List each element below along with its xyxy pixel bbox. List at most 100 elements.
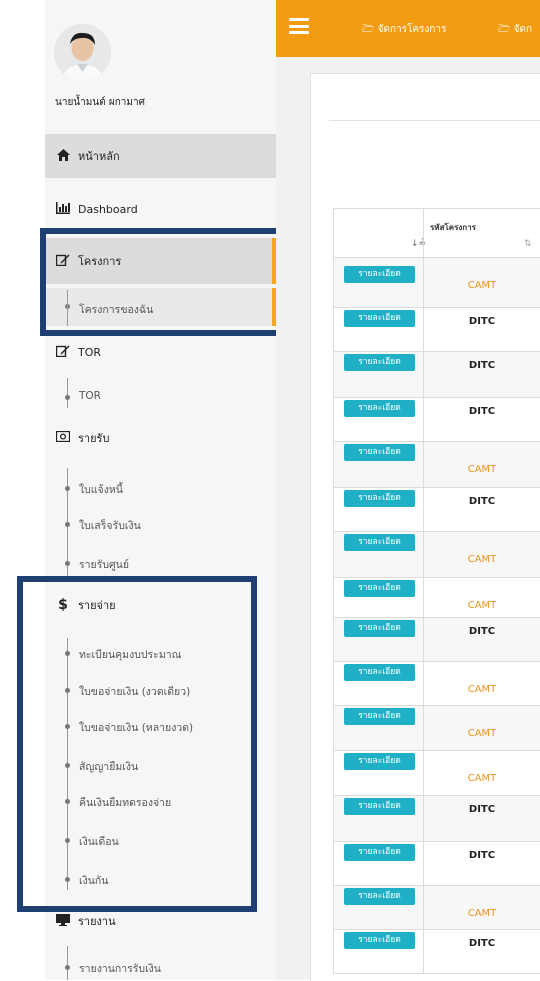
bullet-icon (65, 965, 70, 970)
bullet-icon (65, 522, 70, 527)
sidebar-item-label: Dashboard (78, 202, 138, 216)
detail-button[interactable]: รายละเอียด (344, 400, 415, 417)
table-row: รายละเอียด DITC (333, 398, 540, 442)
project-code-cell: DITC (468, 406, 496, 417)
detail-button[interactable]: รายละเอียด (344, 664, 415, 681)
project-code-cell: DITC (468, 804, 496, 815)
detail-button[interactable]: รายละเอียด (344, 932, 415, 949)
avatar[interactable] (54, 24, 111, 81)
project-code-cell: DITC (468, 496, 496, 507)
table-row: รายละเอียด DITC (333, 488, 540, 532)
column-header-project-code[interactable]: รหัสโครงการ (430, 221, 476, 234)
table-row: รายละเอียด CAMT (333, 706, 540, 751)
table-row: รายละเอียด DITC (333, 618, 540, 662)
table-row: รายละเอียด DITC (333, 796, 540, 842)
sidebar-subitem-invoice[interactable]: ใบแจ้งหนี้ (45, 481, 276, 497)
project-code-cell: DITC (468, 938, 496, 949)
bullet-icon (65, 561, 70, 566)
edit-icon (55, 345, 70, 360)
topbar: 🗁 จัดการโครงการ 🗁 จัดก (276, 0, 540, 57)
column-divider (423, 398, 424, 441)
table-header: ↓≟ รหัสโครงการ ⇅ (333, 208, 540, 259)
detail-button[interactable]: รายละเอียด (344, 266, 415, 283)
bullet-icon (65, 395, 70, 400)
menu-toggle-icon[interactable] (289, 18, 309, 34)
sidebar-item-dashboard[interactable]: Dashboard (45, 189, 276, 229)
detail-button[interactable]: รายละเอียด (344, 844, 415, 861)
table-row: รายละเอียด CAMT (333, 662, 540, 706)
table-row: รายละเอียด CAMT (333, 442, 540, 488)
column-divider (423, 930, 424, 973)
sidebar-item-label: หน้าหลัก (78, 150, 120, 163)
detail-button[interactable]: รายละเอียด (344, 753, 415, 770)
money-icon (55, 430, 71, 445)
sidebar-subitem-tor[interactable]: TOR (45, 390, 276, 406)
sidebar-item-home[interactable]: หน้าหลัก (45, 134, 276, 178)
detail-button[interactable]: รายละเอียด (344, 708, 415, 725)
monitor-icon (56, 913, 70, 929)
detail-button[interactable]: รายละเอียด (344, 354, 415, 371)
column-divider (423, 308, 424, 351)
sidebar-item-report[interactable]: รายงาน (45, 911, 276, 931)
sort-icon[interactable]: ⇅ (524, 239, 532, 249)
sidebar-item-label: รายรับ (78, 432, 110, 445)
sidebar-subitem-label: ใบเสร็จรับเงิน (79, 520, 141, 532)
sidebar-item-label: TOR (78, 345, 102, 359)
table-row: รายละเอียด CAMT (333, 886, 540, 930)
column-divider (423, 618, 424, 661)
column-divider (423, 842, 424, 885)
topbar-link-project-manage[interactable]: 🗁 จัดการโครงการ (362, 22, 446, 39)
sidebar-subitem-label: ใบแจ้งหนี้ (79, 484, 123, 496)
table-row: รายละเอียด CAMT (333, 532, 540, 578)
detail-button[interactable]: รายละเอียด (344, 534, 415, 551)
project-code-cell: DITC (468, 360, 496, 371)
folder-open-icon: 🗁 (362, 24, 375, 35)
column-divider (423, 352, 424, 397)
home-icon (56, 148, 70, 164)
divider (329, 120, 540, 121)
project-code-cell: CAMT (467, 554, 497, 565)
detail-button[interactable]: รายละเอียด (344, 490, 415, 507)
column-divider (423, 209, 424, 259)
sidebar-item-tor[interactable]: TOR (45, 340, 276, 364)
table-row: รายละเอียด CAMT (333, 258, 540, 308)
sidebar-subitem-center-income[interactable]: รายรับศูนย์ (45, 556, 276, 572)
project-code-cell: CAMT (467, 728, 497, 739)
sidebar-item-income[interactable]: รายรับ (45, 428, 276, 448)
user-name: นายน้ำมนต์ ผกามาศ (55, 97, 145, 108)
topbar-link-label: จัดก (513, 24, 533, 35)
column-divider (423, 796, 424, 841)
table-row: รายละเอียด DITC (333, 842, 540, 886)
project-code-cell: DITC (468, 850, 496, 861)
folder-open-icon: 🗁 (498, 24, 511, 35)
topbar-link-label: จัดการโครงการ (377, 24, 447, 35)
user-avatar-icon (54, 24, 111, 81)
bar-chart-icon (56, 201, 70, 217)
table-row: รายละเอียด DITC (333, 352, 540, 398)
sidebar-subitem-income-report[interactable]: รายงานการรับเงิน (45, 960, 276, 976)
topbar-link-manage[interactable]: 🗁 จัดก (498, 22, 532, 39)
sidebar-subitem-label: รายรับศูนย์ (79, 559, 129, 571)
project-code-cell: CAMT (467, 464, 497, 475)
detail-button[interactable]: รายละเอียด (344, 620, 415, 637)
project-code-cell: CAMT (467, 280, 497, 291)
project-code-cell: CAMT (467, 908, 497, 919)
table-row: รายละเอียด DITC (333, 308, 540, 352)
sidebar-subitem-label: รายงานการรับเงิน (79, 963, 161, 975)
sidebar-subitem-receipt[interactable]: ใบเสร็จรับเงิน (45, 517, 276, 533)
highlight-box-expense (17, 576, 257, 912)
sidebar-item-label: รายงาน (78, 915, 116, 928)
detail-button[interactable]: รายละเอียด (344, 310, 415, 327)
project-code-cell: CAMT (467, 773, 497, 784)
highlight-box-project (40, 228, 292, 336)
detail-button[interactable]: รายละเอียด (344, 888, 415, 905)
bullet-icon (65, 486, 70, 491)
column-divider (423, 488, 424, 531)
table-row: รายละเอียด CAMT (333, 578, 540, 618)
detail-button[interactable]: รายละเอียด (344, 444, 415, 461)
table-row: รายละเอียด CAMT (333, 751, 540, 796)
detail-button[interactable]: รายละเอียด (344, 798, 415, 815)
project-code-cell: CAMT (467, 684, 497, 695)
detail-button[interactable]: รายละเอียด (344, 580, 415, 597)
table-row: รายละเอียด DITC (333, 930, 540, 974)
